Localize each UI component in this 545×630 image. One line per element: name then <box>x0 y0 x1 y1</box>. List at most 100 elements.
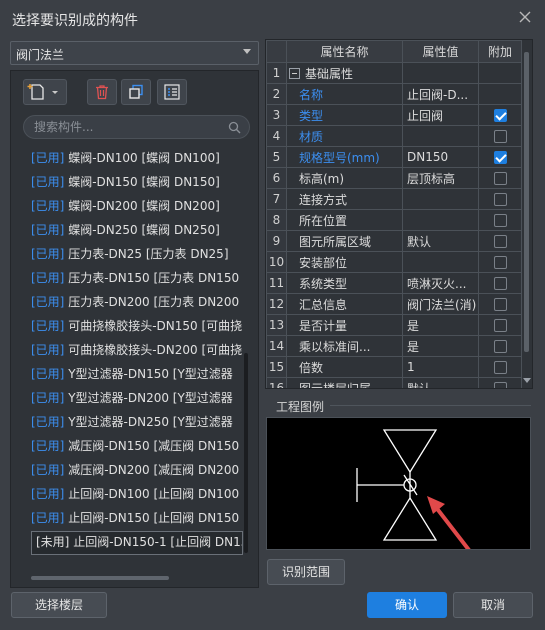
property-value[interactable]: 是 <box>402 314 479 336</box>
property-row[interactable]: 14 乘以标准间... 是 <box>266 335 522 357</box>
component-name: 止回阀-DN150 [止回阀 DN150 <box>68 511 240 525</box>
property-group-row[interactable]: 1 基础属性 <box>266 62 522 84</box>
extra-checkbox[interactable] <box>493 192 507 206</box>
chevron-down-icon[interactable] <box>243 49 251 54</box>
property-row[interactable]: 4 材质 <box>266 125 522 147</box>
properties-list-button[interactable] <box>157 79 187 105</box>
component-list-item[interactable]: [已用] 可曲挠橡胶接头-DN200 [可曲挠 <box>31 339 243 363</box>
component-list-item[interactable]: [已用] 压力表-DN25 [压力表 DN25] <box>31 243 243 267</box>
component-list-item[interactable]: [已用] 蝶阀-DN100 [蝶阀 DN100] <box>31 147 243 171</box>
extra-checkbox[interactable] <box>493 129 507 143</box>
component-list-item[interactable]: [已用] 蝶阀-DN150 [蝶阀 DN150] <box>31 171 243 195</box>
extra-checkbox[interactable] <box>493 234 507 248</box>
component-search[interactable] <box>23 115 250 139</box>
extra-checkbox[interactable] <box>493 150 507 164</box>
component-list-item[interactable]: [已用] 蝶阀-DN200 [蝶阀 DN200] <box>31 195 243 219</box>
property-value[interactable] <box>402 209 479 231</box>
property-label: 连接方式 <box>299 192 348 207</box>
component-list-item[interactable]: [已用] Y型过滤器-DN250 [Y型过滤器 <box>31 411 243 435</box>
component-list-item[interactable]: [已用] 减压阀-DN150 [减压阀 DN150 <box>31 435 243 459</box>
property-value[interactable]: 喷淋灭火... <box>402 272 479 294</box>
extra-cell <box>478 62 522 84</box>
property-row[interactable]: 3 类型 止回阀 <box>266 104 522 126</box>
property-value[interactable] <box>402 188 479 210</box>
row-number: 11 <box>266 272 287 294</box>
property-row[interactable]: 7 连接方式 <box>266 188 522 210</box>
property-row[interactable]: 8 所在位置 <box>266 209 522 231</box>
usage-tag: [已用] <box>31 199 65 213</box>
usage-tag: [已用] <box>31 271 65 285</box>
search-icon[interactable] <box>228 121 241 134</box>
row-number: 3 <box>266 104 287 126</box>
extra-checkbox[interactable] <box>493 339 507 353</box>
property-value[interactable]: 是 <box>402 335 479 357</box>
extra-checkbox[interactable] <box>493 213 507 227</box>
property-row[interactable]: 12 汇总信息 阀门法兰(消) <box>266 293 522 315</box>
ok-button[interactable]: 确认 <box>367 592 447 618</box>
component-list-item[interactable]: [已用] Y型过滤器-DN200 [Y型过滤器 <box>31 387 243 411</box>
component-list-item[interactable]: [已用] 蝶阀-DN250 [蝶阀 DN250] <box>31 219 243 243</box>
property-value[interactable] <box>402 125 479 147</box>
title-bar: 选择要识别成的构件 <box>0 0 545 36</box>
property-value[interactable]: 止回阀-D... <box>402 83 479 105</box>
property-value[interactable]: 止回阀 <box>402 104 479 126</box>
property-name: 图元所属区域 <box>286 230 403 252</box>
list-vertical-scrollbar[interactable] <box>244 353 248 553</box>
component-list-item[interactable]: [未用] 止回阀-DN150-1 [止回阀 DN15 <box>31 531 243 555</box>
component-list-item[interactable]: [已用] 压力表-DN200 [压力表 DN200 <box>31 291 243 315</box>
property-value[interactable]: 1 <box>402 356 479 378</box>
row-number: 10 <box>266 251 287 273</box>
property-row[interactable]: 9 图元所属区域 默认 <box>266 230 522 252</box>
extra-checkbox[interactable] <box>493 108 507 122</box>
new-component-button[interactable] <box>23 79 67 105</box>
row-number: 16 <box>266 377 287 388</box>
component-list-item[interactable]: [已用] 可曲挠橡胶接头-DN150 [可曲挠 <box>31 315 243 339</box>
property-row[interactable]: 15 倍数 1 <box>266 356 522 378</box>
property-row[interactable]: 16 图元楼层归属 默认 <box>266 377 522 388</box>
property-row[interactable]: 6 标高(m) 层顶标高 <box>266 167 522 189</box>
extra-checkbox[interactable] <box>493 255 507 269</box>
usage-tag: [已用] <box>31 319 65 333</box>
component-name: 蝶阀-DN250 [蝶阀 DN250] <box>68 223 220 237</box>
extra-checkbox[interactable] <box>493 381 507 388</box>
property-row[interactable]: 2 名称 止回阀-D... <box>266 83 522 105</box>
component-list-item[interactable]: [已用] 减压阀-DN200 [减压阀 DN200 <box>31 459 243 483</box>
property-value[interactable]: 默认 <box>402 230 479 252</box>
property-value[interactable]: 层顶标高 <box>402 167 479 189</box>
component-list-item[interactable]: [已用] 止回阀-DN150 [止回阀 DN150 <box>31 507 243 531</box>
property-name: 类型 <box>286 104 403 126</box>
scroll-down-icon[interactable] <box>523 378 531 383</box>
property-row[interactable]: 13 是否计量 是 <box>266 314 522 336</box>
extra-checkbox[interactable] <box>493 360 507 374</box>
delete-button[interactable] <box>87 79 117 105</box>
header-corner <box>266 40 287 63</box>
select-floor-button[interactable]: 选择楼层 <box>11 592 107 618</box>
property-value[interactable]: 默认 <box>402 377 479 388</box>
extra-checkbox[interactable] <box>493 297 507 311</box>
property-row[interactable]: 10 安装部位 <box>266 251 522 273</box>
recognize-range-button[interactable]: 识别范围 <box>267 559 345 585</box>
property-value[interactable]: DN150 <box>402 146 479 168</box>
search-input[interactable] <box>34 119 214 135</box>
extra-checkbox[interactable] <box>493 276 507 290</box>
usage-tag: [已用] <box>31 151 65 165</box>
component-list-item[interactable]: [已用] Y型过滤器-DN150 [Y型过滤器 <box>31 363 243 387</box>
list-horizontal-scrollbar[interactable] <box>31 576 169 580</box>
property-value[interactable]: 阀门法兰(消) <box>402 293 479 315</box>
cancel-button[interactable]: 取消 <box>453 592 533 618</box>
component-list-item[interactable]: [已用] 压力表-DN150 [压力表 DN150 <box>31 267 243 291</box>
usage-tag: [已用] <box>31 295 65 309</box>
property-scrollbar[interactable] <box>524 52 529 352</box>
close-icon[interactable] <box>517 9 533 25</box>
extra-checkbox[interactable] <box>493 318 507 332</box>
copy-button[interactable] <box>121 79 151 105</box>
property-row[interactable]: 5 规格型号(mm) DN150 <box>266 146 522 168</box>
property-row[interactable]: 11 系统类型 喷淋灭火... <box>266 272 522 294</box>
property-value[interactable] <box>402 251 479 273</box>
usage-tag: [已用] <box>31 511 65 525</box>
extra-checkbox[interactable] <box>493 171 507 185</box>
property-name: 汇总信息 <box>286 293 403 315</box>
collapse-icon[interactable] <box>289 67 300 79</box>
component-type-select[interactable]: 阀门法兰 <box>10 41 259 65</box>
component-list-item[interactable]: [已用] 止回阀-DN100 [止回阀 DN100 <box>31 483 243 507</box>
